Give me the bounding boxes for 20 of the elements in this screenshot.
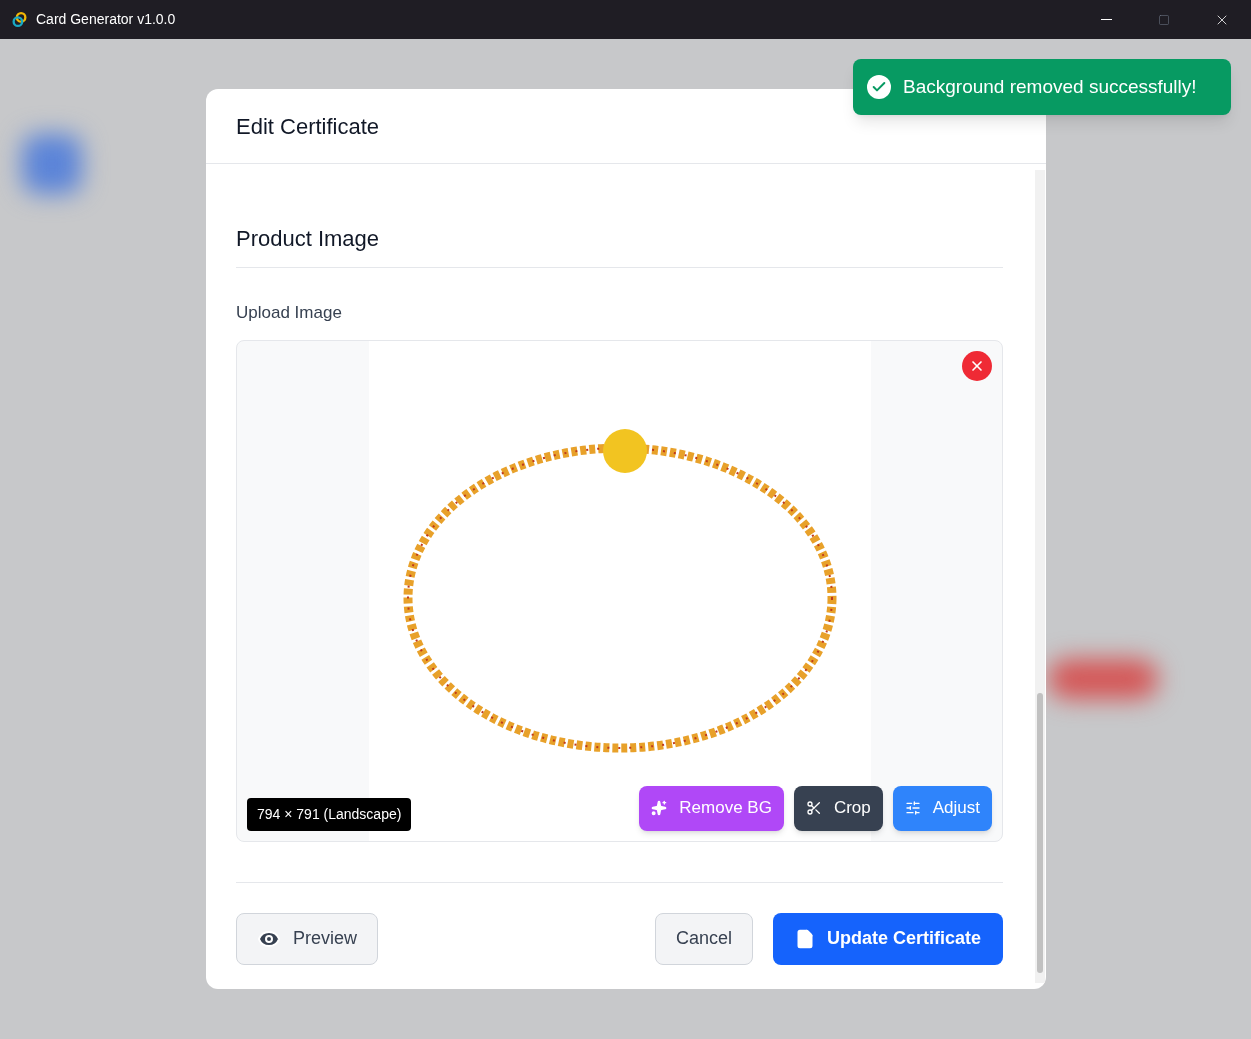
modal-title: Edit Certificate: [236, 112, 380, 141]
image-action-button[interactable]: Remove BG: [639, 785, 784, 831]
maximize-icon: [1158, 13, 1170, 26]
cancel-button[interactable]: Cancel: [654, 912, 753, 965]
remove-image-button[interactable]: [962, 350, 992, 381]
app-logo-icon: [11, 11, 28, 28]
minimize-icon: [1100, 19, 1112, 20]
check-icon: [867, 75, 891, 99]
image-action-button[interactable]: Crop: [793, 785, 883, 831]
field-label: Upload Image: [236, 302, 343, 324]
section-heading: Product Image: [236, 222, 1003, 268]
image-action-button[interactable]: Adjust: [892, 785, 992, 831]
toast-message: Background removed successfully!: [903, 74, 1197, 99]
preview-button[interactable]: Preview: [236, 912, 379, 965]
scissors-icon: [805, 800, 822, 816]
update-certificate-button[interactable]: Update Certificate: [772, 912, 1003, 965]
image-dimensions-badge: 794 × 791 (Landscape): [247, 797, 412, 831]
sparkles-icon: [651, 800, 668, 816]
sliders-icon: [904, 800, 921, 816]
window-title: Card Generator v1.0.0: [36, 10, 176, 29]
